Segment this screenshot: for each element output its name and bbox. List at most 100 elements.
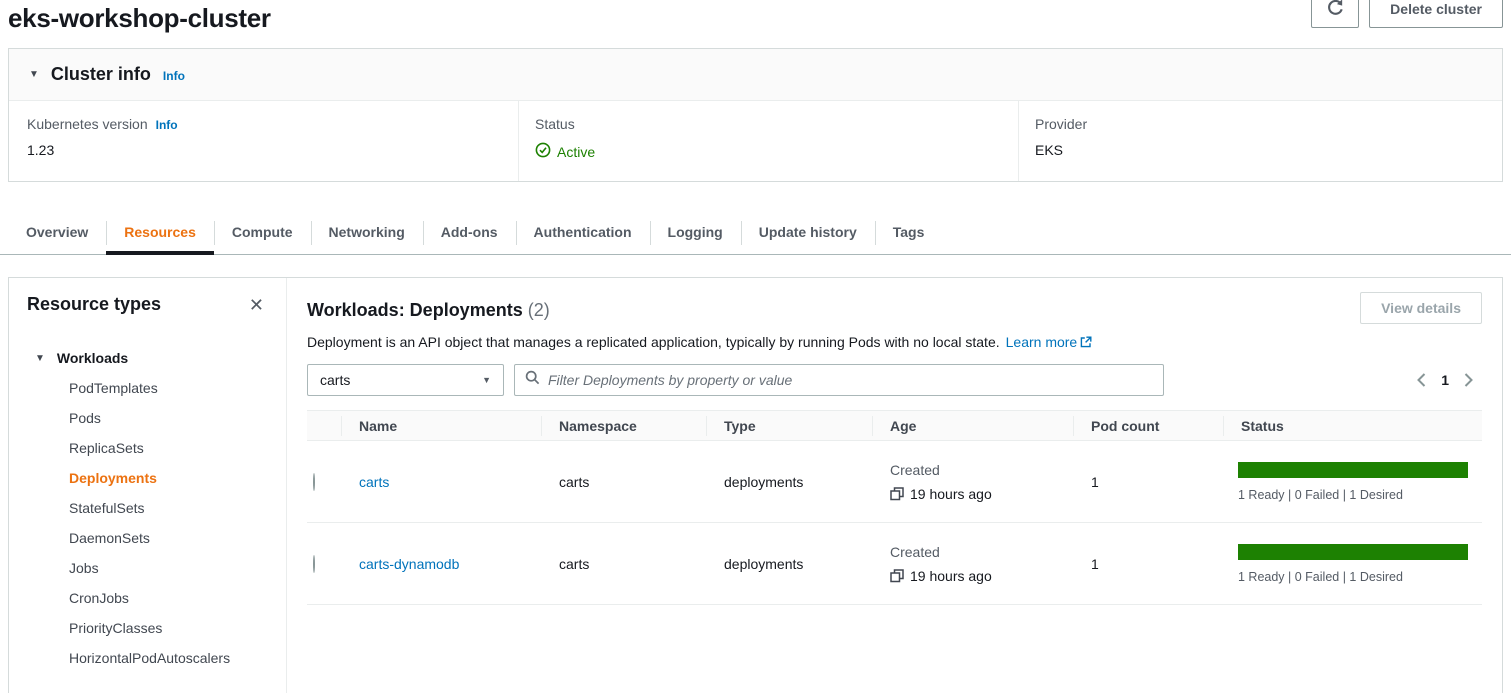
deployment-name-link[interactable]: carts [359,474,389,490]
search-box [514,364,1164,396]
column-header-name: Name [341,411,541,440]
deployments-description: Deployment is an API object that manages… [307,334,1482,351]
filter-dropdown-value: carts [320,372,350,388]
kubernetes-version-field: Kubernetes version Info 1.23 [9,101,518,181]
filter-dropdown[interactable]: carts ▼ [307,364,504,396]
group-collapse-triangle-icon: ▼ [35,353,45,364]
sidebar-item-jobs[interactable]: Jobs [69,553,264,583]
tab-tags[interactable]: Tags [875,212,943,254]
tab-overview[interactable]: Overview [8,212,106,254]
cluster-info-title: Cluster info [51,64,151,85]
cluster-info-card: ▼ Cluster info Info Kubernetes version I… [8,48,1503,182]
resource-tree: ▼ Workloads PodTemplates Pods ReplicaSet… [27,343,264,673]
status-progress-bar [1238,462,1468,478]
sidebar-item-pods[interactable]: Pods [69,403,264,433]
deployments-table: Name Namespace Type Age Pod count Status… [307,410,1482,605]
chevron-down-icon: ▼ [482,375,491,385]
tab-networking[interactable]: Networking [311,212,423,254]
status-field: Status Active [518,101,1018,181]
close-icon[interactable]: ✕ [249,296,264,314]
resources-panel: Resource types ✕ ▼ Workloads PodTemplate… [8,277,1503,693]
tree-group-workloads[interactable]: ▼ Workloads [27,343,264,373]
page-header: eks-workshop-cluster Delete cluster [0,0,1511,40]
status-value: Active [557,144,595,160]
status-check-icon [535,142,551,161]
column-header-age: Age [872,411,1073,440]
sidebar-title: Resource types [27,294,161,315]
tab-add-ons[interactable]: Add-ons [423,212,516,254]
search-input[interactable] [548,372,1153,388]
age-created-label: Created [890,462,1073,478]
status-cell: 1 Ready | 0 Failed | 1 Desired [1223,462,1482,502]
deployments-main: Workloads: Deployments (2) View details … [287,278,1502,693]
status-progress-bar [1238,544,1468,560]
kubernetes-version-label: Kubernetes version [27,116,148,132]
tab-compute[interactable]: Compute [214,212,311,254]
filter-row: carts ▼ 1 [307,364,1482,396]
sidebar-item-podtemplates[interactable]: PodTemplates [69,373,264,403]
column-header-status: Status [1223,411,1482,440]
cluster-info-info-link[interactable]: Info [163,69,185,83]
cluster-info-header: ▼ Cluster info Info [9,49,1502,101]
tree-group-label: Workloads [57,350,128,366]
cluster-info-body: Kubernetes version Info 1.23 Status Acti… [9,101,1502,181]
tab-update-history[interactable]: Update history [741,212,875,254]
sidebar-item-cronjobs[interactable]: CronJobs [69,583,264,613]
sidebar-item-daemonsets[interactable]: DaemonSets [69,523,264,553]
age-cell: Created 19 hours ago [872,544,1073,584]
refresh-button[interactable] [1311,0,1359,28]
previous-page-icon[interactable] [1416,372,1427,388]
status-text: 1 Ready | 0 Failed | 1 Desired [1238,488,1468,502]
next-page-icon[interactable] [1463,372,1474,388]
table-header-row: Name Namespace Type Age Pod count Status [307,410,1482,441]
row-select-radio[interactable] [313,473,315,491]
tab-logging[interactable]: Logging [650,212,741,254]
column-header-namespace: Namespace [541,411,706,440]
search-icon [525,370,540,390]
kubernetes-version-info-link[interactable]: Info [156,118,178,132]
status-cell: 1 Ready | 0 Failed | 1 Desired [1223,544,1482,584]
provider-label: Provider [1035,116,1087,132]
age-value: 19 hours ago [910,486,992,502]
status-label: Status [535,116,575,132]
table-row: carts-dynamodb carts deployments Created… [307,523,1482,605]
kubernetes-version-value: 1.23 [27,142,502,158]
external-link-icon [1080,335,1092,351]
type-cell: deployments [706,474,872,490]
current-page-number[interactable]: 1 [1441,372,1449,388]
delete-cluster-button[interactable]: Delete cluster [1369,0,1503,28]
sidebar-item-statefulsets[interactable]: StatefulSets [69,493,264,523]
tab-authentication[interactable]: Authentication [516,212,650,254]
copy-icon[interactable] [890,569,904,583]
refresh-icon [1326,0,1345,20]
collapse-triangle-icon[interactable]: ▼ [29,69,39,80]
view-details-button[interactable]: View details [1360,292,1482,324]
resource-types-sidebar: Resource types ✕ ▼ Workloads PodTemplate… [9,278,287,693]
sidebar-item-horizontalpodautoscalers[interactable]: HorizontalPodAutoscalers [69,643,264,673]
copy-icon[interactable] [890,487,904,501]
select-all-column [307,411,341,440]
provider-field: Provider EKS [1018,101,1502,181]
pagination: 1 [1416,372,1482,388]
namespace-cell: carts [541,556,706,572]
column-header-type: Type [706,411,872,440]
status-text: 1 Ready | 0 Failed | 1 Desired [1238,570,1468,584]
pod-count-cell: 1 [1073,556,1223,572]
provider-value: EKS [1035,142,1486,158]
sidebar-item-deployments[interactable]: Deployments [69,463,264,493]
namespace-cell: carts [541,474,706,490]
column-header-pod-count: Pod count [1073,411,1223,440]
tab-resources[interactable]: Resources [106,212,214,254]
sidebar-item-replicasets[interactable]: ReplicaSets [69,433,264,463]
age-value: 19 hours ago [910,568,992,584]
tab-bar: Overview Resources Compute Networking Ad… [0,212,1511,255]
deployment-name-link[interactable]: carts-dynamodb [359,556,459,572]
pod-count-cell: 1 [1073,474,1223,490]
sidebar-item-priorityclasses[interactable]: PriorityClasses [69,613,264,643]
row-select-radio[interactable] [313,555,315,573]
age-created-label: Created [890,544,1073,560]
table-row: carts carts deployments Created 19 hours… [307,441,1482,523]
learn-more-link[interactable]: Learn more [1006,334,1078,350]
age-cell: Created 19 hours ago [872,462,1073,502]
deployments-count: (2) [528,300,550,320]
